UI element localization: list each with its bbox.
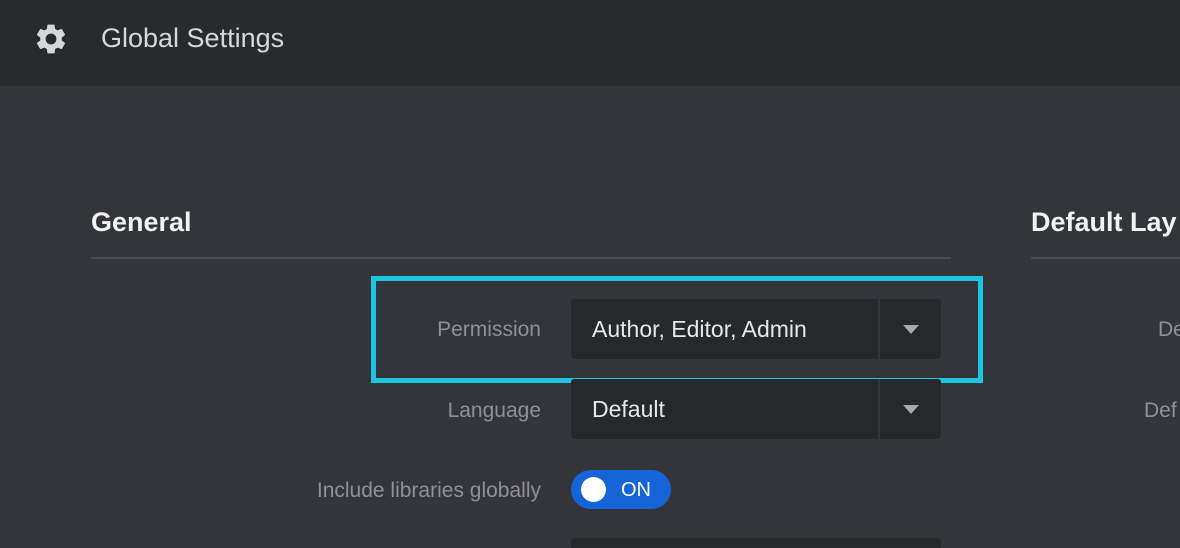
highlight-box	[371, 276, 983, 383]
section-title-default-layout: Default Lay	[1031, 207, 1177, 237]
language-select[interactable]: Default	[571, 379, 941, 439]
include-libraries-label: Include libraries globally	[316, 479, 541, 502]
toggle-knob	[581, 477, 606, 502]
section-divider-general	[91, 257, 951, 259]
default-layout-row-label: Def	[1144, 399, 1177, 422]
include-libraries-toggle[interactable]: ON	[571, 470, 671, 509]
top-bar: Global Settings	[0, 0, 1180, 86]
next-select-partial[interactable]	[571, 538, 941, 548]
caret-down-icon[interactable]	[903, 405, 919, 414]
gear-icon	[36, 24, 66, 54]
language-select-value: Default	[592, 396, 665, 422]
select-separator	[878, 379, 880, 439]
language-label: Language	[447, 399, 541, 422]
default-layout-row-label: De	[1158, 318, 1180, 341]
app-title: Global Settings	[101, 23, 285, 53]
section-title-general: General	[91, 207, 192, 237]
section-divider-default-layout	[1031, 257, 1180, 259]
toggle-state-label: ON	[621, 479, 651, 501]
